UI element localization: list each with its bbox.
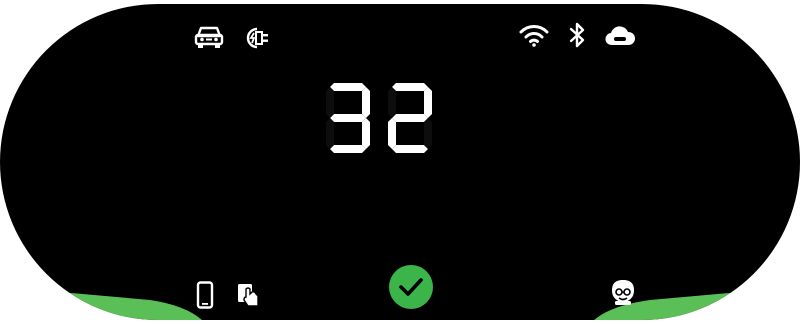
digit-2-segment-e [388, 118, 396, 149]
bluetooth-icon [568, 22, 586, 48]
digit-1-segment-c [362, 118, 370, 149]
car-icon [194, 24, 224, 50]
cloud-icon [605, 24, 635, 48]
digit-1-segment-d [330, 145, 366, 153]
digit-1-segment-a [330, 83, 366, 91]
digit-2-segment-a [392, 83, 428, 91]
rfid-card-icon [236, 282, 262, 308]
digit-1-segment-f [326, 87, 334, 118]
digit-2-segment-d [392, 145, 428, 153]
phone-icon [196, 281, 214, 309]
technician-icon [609, 278, 637, 306]
checkmark-circle-icon [389, 265, 433, 309]
digit-2-segment-f [388, 87, 396, 118]
digit-2-segment-c [424, 118, 432, 149]
digit-1-segment-g [330, 114, 366, 122]
digit-2-segment-g [392, 114, 428, 122]
wifi-icon [519, 23, 549, 47]
ev-plug-icon [245, 27, 269, 49]
charger-display: 32 [0, 0, 800, 324]
digit-1-segment-e [326, 118, 334, 149]
digit-1-segment-b [362, 87, 370, 118]
numeric-readout [326, 83, 432, 153]
digit-2-segment-b [424, 87, 432, 118]
